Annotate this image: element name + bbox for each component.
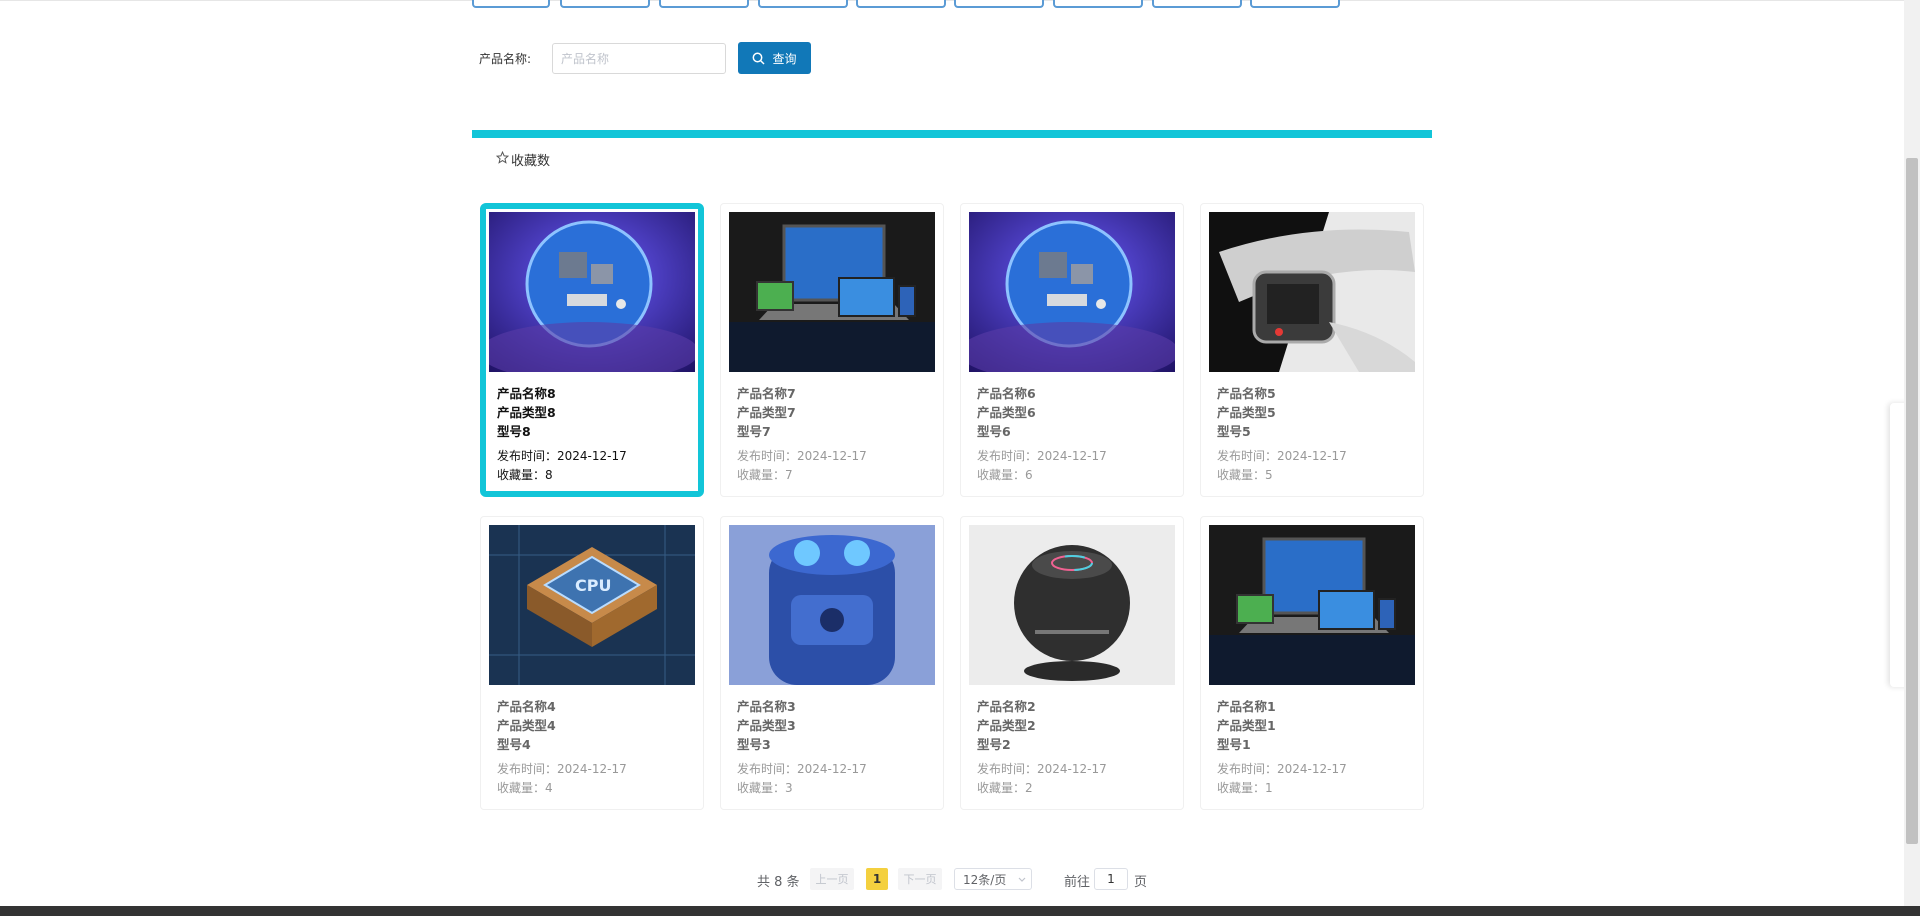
category-tab[interactable] xyxy=(472,0,550,8)
product-card[interactable]: 产品名称5 产品类型5 型号5 发布时间：2024-12-17 收藏量：5 xyxy=(1200,203,1424,497)
product-image xyxy=(729,212,935,372)
product-card[interactable]: 产品名称3 产品类型3 型号3 发布时间：2024-12-17 收藏量：3 xyxy=(720,516,944,810)
star-icon xyxy=(495,150,510,168)
footer-bar xyxy=(0,906,1920,916)
product-image xyxy=(489,212,695,372)
svg-text:CPU: CPU xyxy=(575,576,611,595)
product-date: 发布时间：2024-12-17 xyxy=(497,762,627,776)
sort-label: 收藏数 xyxy=(511,154,551,169)
product-image xyxy=(1209,525,1415,685)
product-type: 产品类型3 xyxy=(737,718,796,733)
product-type: 产品类型4 xyxy=(497,718,556,733)
product-date: 发布时间：2024-12-17 xyxy=(1217,449,1347,463)
product-date: 发布时间：2024-12-17 xyxy=(977,449,1107,463)
product-model: 型号7 xyxy=(737,424,771,439)
search-label: 产品名称: xyxy=(479,52,532,66)
product-date: 发布时间：2024-12-17 xyxy=(977,762,1107,776)
product-image xyxy=(969,212,1175,372)
product-favorites: 收藏量：5 xyxy=(1217,468,1273,482)
product-type: 产品类型7 xyxy=(737,405,796,420)
product-name: 产品名称3 xyxy=(737,699,796,714)
section-divider xyxy=(472,130,1432,138)
category-tab[interactable] xyxy=(1053,0,1143,8)
category-tab[interactable] xyxy=(1152,0,1242,8)
product-card[interactable]: 产品名称6 产品类型6 型号6 发布时间：2024-12-17 收藏量：6 xyxy=(960,203,1184,497)
pagination: 共 8 条 上一页 1 下一页 12条/页 前往 页 xyxy=(0,868,1920,892)
product-name: 产品名称2 xyxy=(977,699,1036,714)
sort-by-favorites[interactable]: 收藏数 xyxy=(495,150,551,169)
product-image xyxy=(729,525,935,685)
product-favorites: 收藏量：7 xyxy=(737,468,793,482)
product-type: 产品类型6 xyxy=(977,405,1036,420)
product-name: 产品名称5 xyxy=(1217,386,1276,401)
product-date: 发布时间：2024-12-17 xyxy=(497,449,627,463)
product-type: 产品类型5 xyxy=(1217,405,1276,420)
product-model: 型号6 xyxy=(977,424,1011,439)
category-tab[interactable] xyxy=(659,0,749,8)
goto-page-input[interactable] xyxy=(1094,868,1128,890)
product-image xyxy=(1209,212,1415,372)
scrollbar-thumb[interactable] xyxy=(1906,158,1918,844)
product-favorites: 收藏量：2 xyxy=(977,781,1033,795)
pagination-total: 共 8 条 xyxy=(757,875,800,890)
page-size-select[interactable]: 12条/页 xyxy=(954,868,1032,890)
search-icon xyxy=(752,52,766,65)
category-tab[interactable] xyxy=(856,0,946,8)
search-button[interactable]: 查询 xyxy=(738,42,811,74)
product-model: 型号2 xyxy=(977,737,1011,752)
product-model: 型号5 xyxy=(1217,424,1251,439)
product-card[interactable]: 产品名称2 产品类型2 型号2 发布时间：2024-12-17 收藏量：2 xyxy=(960,516,1184,810)
page-size-value: 12条/页 xyxy=(963,872,1007,887)
product-name: 产品名称4 xyxy=(497,699,556,714)
category-tab[interactable] xyxy=(954,0,1044,8)
product-model: 型号1 xyxy=(1217,737,1251,752)
product-date: 发布时间：2024-12-17 xyxy=(1217,762,1347,776)
product-card[interactable]: 产品名称7 产品类型7 型号7 发布时间：2024-12-17 收藏量：7 xyxy=(720,203,944,497)
product-card[interactable]: 产品名称8 产品类型8 型号8 发布时间：2024-12-17 收藏量：8 xyxy=(480,203,704,497)
product-name: 产品名称6 xyxy=(977,386,1036,401)
product-model: 型号3 xyxy=(737,737,771,752)
product-image xyxy=(969,525,1175,685)
product-favorites: 收藏量：8 xyxy=(497,468,553,482)
chevron-down-icon xyxy=(1017,873,1027,887)
product-favorites: 收藏量：4 xyxy=(497,781,553,795)
product-name: 产品名称1 xyxy=(1217,699,1276,714)
product-favorites: 收藏量：6 xyxy=(977,468,1033,482)
prev-page-button[interactable]: 上一页 xyxy=(810,868,854,890)
category-tab[interactable] xyxy=(560,0,650,8)
product-type: 产品类型8 xyxy=(497,405,556,420)
page-number[interactable]: 1 xyxy=(866,868,888,890)
product-favorites: 收藏量：3 xyxy=(737,781,793,795)
product-image: CPU xyxy=(489,525,695,685)
product-type: 产品类型1 xyxy=(1217,718,1276,733)
product-date: 发布时间：2024-12-17 xyxy=(737,449,867,463)
goto-label: 前往 xyxy=(1064,875,1091,890)
product-date: 发布时间：2024-12-17 xyxy=(737,762,867,776)
product-card[interactable]: CPU 产品名称4 产品类型4 型号4 发布时间：2024-12-17 收藏量：… xyxy=(480,516,704,810)
category-tab[interactable] xyxy=(1250,0,1340,8)
product-name: 产品名称8 xyxy=(497,386,556,401)
product-favorites: 收藏量：1 xyxy=(1217,781,1273,795)
goto-unit: 页 xyxy=(1134,875,1148,890)
search-input[interactable] xyxy=(552,43,726,74)
category-tab[interactable] xyxy=(758,0,848,8)
next-page-button[interactable]: 下一页 xyxy=(898,868,942,890)
product-card[interactable]: 产品名称1 产品类型1 型号1 发布时间：2024-12-17 收藏量：1 xyxy=(1200,516,1424,810)
product-model: 型号4 xyxy=(497,737,531,752)
product-type: 产品类型2 xyxy=(977,718,1036,733)
search-button-label: 查询 xyxy=(772,51,797,66)
product-name: 产品名称7 xyxy=(737,386,796,401)
product-model: 型号8 xyxy=(497,424,531,439)
